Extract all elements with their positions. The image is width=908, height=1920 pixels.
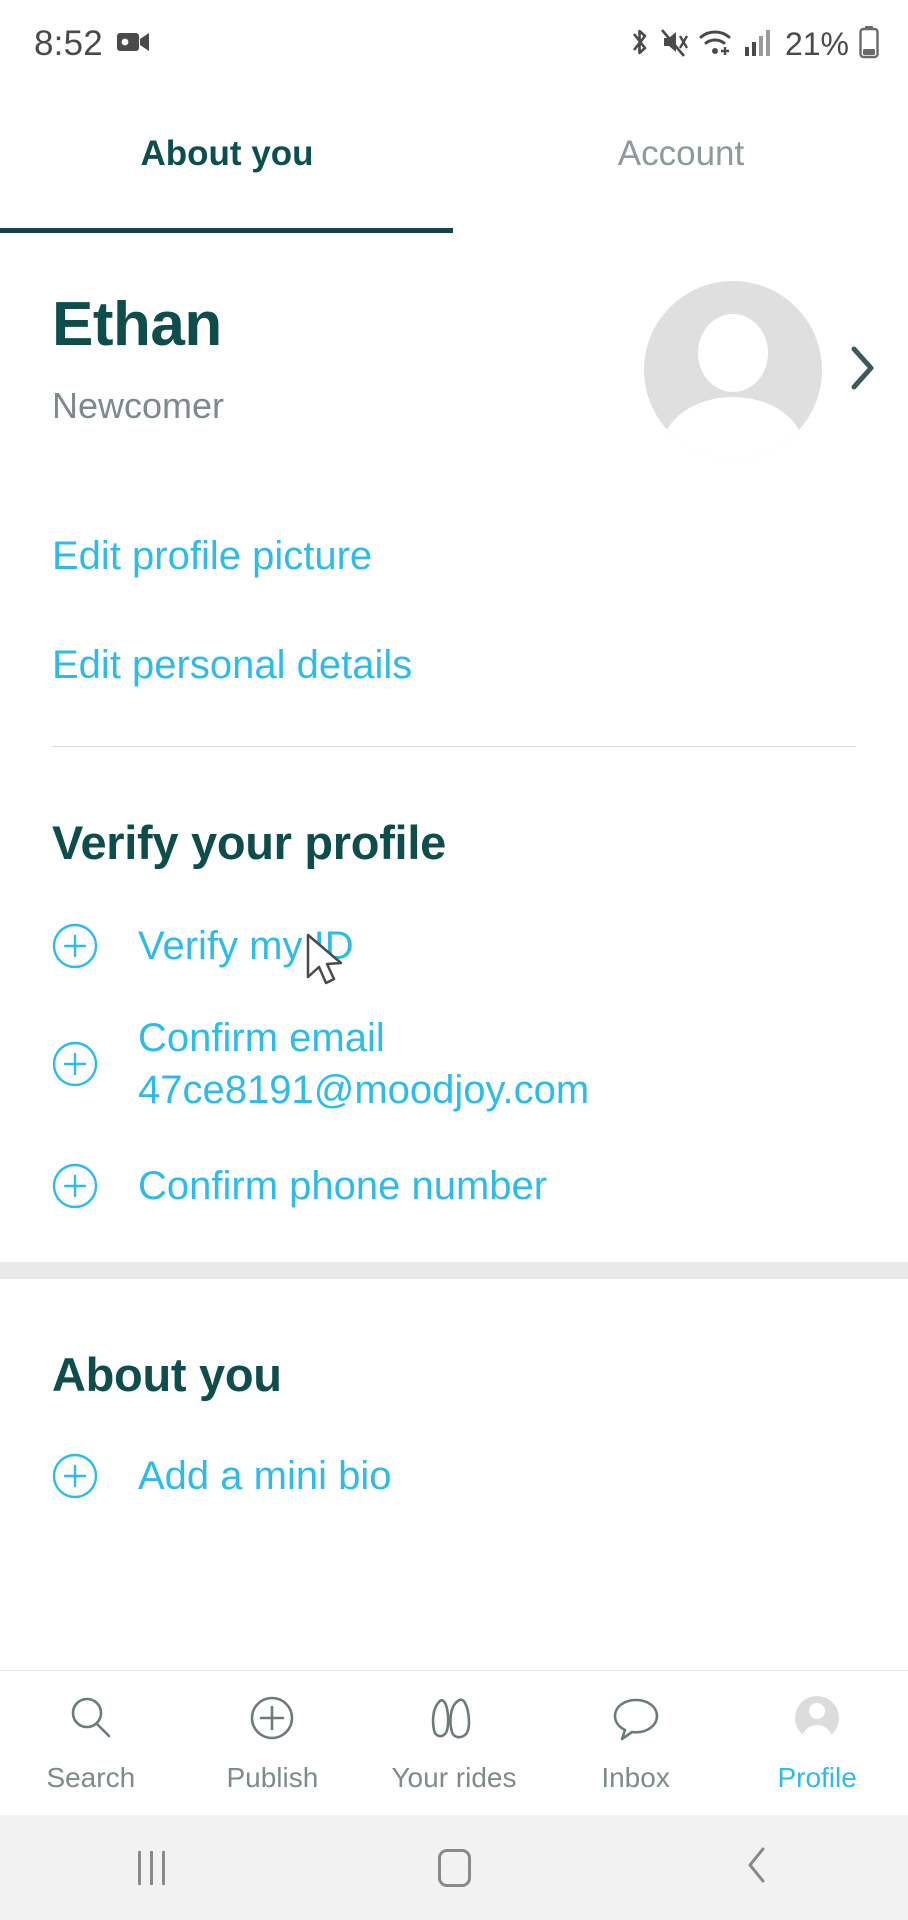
tab-bar: About you Account [0, 88, 908, 233]
nav-label-profile: Profile [777, 1762, 857, 1793]
nav-item-profile[interactable]: Profile [726, 1692, 908, 1794]
section-divider [52, 746, 856, 747]
battery-icon [858, 25, 880, 64]
plus-circle-icon [52, 1163, 98, 1209]
profile-identity: Ethan Newcomer [52, 277, 644, 427]
profile-avatar-area[interactable] [644, 277, 878, 459]
confirm-phone-label: Confirm phone number [138, 1164, 548, 1208]
avatar-body-shape [662, 397, 804, 459]
plus-circle-icon [52, 1453, 98, 1499]
cellular-signal-icon [744, 27, 772, 62]
status-bar-left: 8:52 [34, 24, 151, 64]
tab-about-you-label: About you [140, 133, 314, 173]
chat-bubble-icon [609, 1692, 663, 1749]
profile-name: Ethan [52, 290, 222, 359]
android-home-button[interactable] [303, 1848, 606, 1887]
android-back-button[interactable] [605, 1845, 908, 1890]
home-icon [437, 1848, 471, 1887]
add-mini-bio-item[interactable]: Add a mini bio [0, 1450, 908, 1502]
plus-circle-icon [52, 1041, 98, 1087]
chevron-right-icon[interactable] [848, 344, 878, 397]
tab-account[interactable]: Account [454, 88, 908, 233]
verify-section-title: Verify your profile [52, 816, 446, 869]
edit-profile-picture-link[interactable]: Edit profile picture [52, 531, 908, 581]
profile-header[interactable]: Ethan Newcomer [0, 233, 908, 459]
bottom-navigation-bar: Search Publish Your rides Inbox Profile [0, 1670, 908, 1815]
avatar-icon [791, 1692, 843, 1749]
nav-item-search[interactable]: Search [0, 1692, 182, 1794]
plus-circle-icon [52, 923, 98, 969]
confirm-email-label: Confirm email 47ce8191@moodjoy.com [138, 1016, 590, 1112]
about-section-title: About you [52, 1348, 282, 1401]
confirm-phone-item[interactable]: Confirm phone number [0, 1160, 908, 1212]
avatar-head-shape [698, 314, 768, 392]
nav-label-inbox: Inbox [601, 1762, 670, 1793]
add-mini-bio-label: Add a mini bio [138, 1454, 392, 1498]
default-avatar-icon[interactable] [644, 281, 822, 459]
nav-label-your-rides: Your rides [391, 1762, 517, 1793]
edit-personal-details-link[interactable]: Edit personal details [52, 640, 908, 690]
verify-my-id-item[interactable]: Verify my ID [0, 920, 908, 972]
wifi-icon [699, 27, 735, 62]
nav-item-your-rides[interactable]: Your rides [363, 1692, 545, 1794]
battery-percent: 21% [784, 25, 849, 62]
recents-icon [137, 1850, 165, 1885]
android-navigation-bar [0, 1815, 908, 1920]
status-bar: 8:52 21% [0, 0, 908, 88]
nav-label-search: Search [46, 1762, 136, 1793]
profile-status-label: Newcomer [52, 385, 225, 427]
rides-icon [425, 1692, 483, 1749]
plus-circle-icon [246, 1692, 298, 1749]
nav-label-publish: Publish [226, 1762, 319, 1793]
android-recents-button[interactable] [0, 1850, 303, 1885]
back-icon [744, 1845, 770, 1890]
verify-my-id-label: Verify my ID [138, 924, 354, 968]
bluetooth-icon [628, 26, 651, 63]
vibrate-mute-icon [660, 26, 690, 63]
confirm-email-item[interactable]: Confirm email 47ce8191@moodjoy.com [0, 1012, 908, 1116]
status-bar-right: 21% [628, 25, 880, 64]
search-icon [65, 1692, 117, 1749]
app-screen: 8:52 21% About you Account Ethan Newcome… [0, 0, 908, 1920]
nav-item-publish[interactable]: Publish [182, 1692, 364, 1794]
section-band-separator [0, 1262, 908, 1279]
tab-about-you[interactable]: About you [0, 88, 454, 233]
scroll-content[interactable]: Ethan Newcomer Edit profile picture Edit… [0, 233, 908, 1670]
status-time: 8:52 [34, 24, 103, 63]
video-camera-icon [116, 30, 151, 59]
tab-account-label: Account [617, 133, 745, 173]
nav-item-inbox[interactable]: Inbox [545, 1692, 727, 1794]
